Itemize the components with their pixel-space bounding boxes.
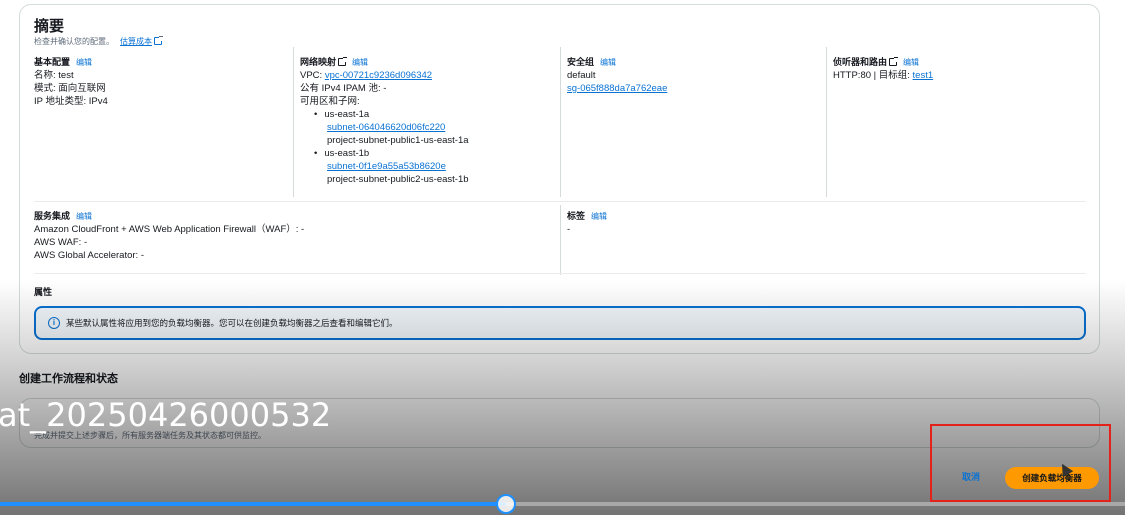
divider [560,205,561,275]
workflow-title: 创建工作流程和状态 [19,373,118,385]
basic-scheme: 模式: 面向互联网 [34,83,106,94]
basic-name: 名称: test [34,70,74,81]
listeners-heading: 侦听器和路由 编辑 [833,56,933,69]
edit-network-mapping-link[interactable]: 编辑 [352,58,368,67]
tags-section: 标签 编辑 - [567,210,607,236]
security-groups-title: 安全组 [567,57,595,67]
divider [826,47,827,197]
summary-subtitle: 检查并确认您的配置。 估算成本 [34,36,163,47]
tags-value: - [567,224,571,235]
service-integrations-title: 服务集成 [34,211,71,221]
global-accelerator-line: AWS Global Accelerator: - [34,250,144,261]
edit-security-groups-link[interactable]: 编辑 [600,58,616,67]
security-groups-section: 安全组 编辑 default sg-065f888da7a762eae [567,56,667,95]
target-group-link[interactable]: test1 [913,70,934,81]
network-mapping-section: 网络映射 编辑 VPC: vpc-00721c9236d096342 公有 IPv… [300,56,469,186]
attributes-section: 属性 [34,286,52,299]
security-group-default: default [567,70,596,81]
divider [34,201,1086,202]
tags-title: 标签 [567,211,586,221]
divider [560,47,561,197]
subnet-name-1a: project-subnet-public1-us-east-1a [327,135,469,146]
edit-service-integrations-link[interactable]: 编辑 [76,212,92,221]
divider [34,273,1086,274]
tags-heading: 标签 编辑 [567,210,607,223]
edit-basic-config-link[interactable]: 编辑 [76,58,92,67]
video-progress-handle[interactable] [496,494,517,514]
listeners-title: 侦听器和路由 [833,57,888,67]
external-link-icon [889,57,899,66]
service-integrations-section: 服务集成 编辑 Amazon CloudFront + AWS Web Appli… [34,210,304,262]
info-icon: i [48,317,60,329]
external-link-icon [338,57,348,66]
listeners-section: 侦听器和路由 编辑 HTTP:80 | 目标组: test1 [833,56,933,82]
network-mapping-heading: 网络映射 编辑 [300,56,469,69]
vpc-link[interactable]: vpc-00721c9236d096342 [325,70,432,81]
external-link-icon [154,36,163,45]
waf-line: AWS WAF: - [34,237,88,248]
az-label: 可用区和子网: [300,96,360,107]
attributes-heading: 属性 [34,287,53,297]
summary-title: 摘要 [34,18,65,35]
basic-ip-type: IP 地址类型: IPv4 [34,96,108,107]
vpc-label: VPC: [300,70,325,81]
subnet-id-link[interactable]: subnet-0f1e9a55a53b8620e [327,161,446,172]
subnet-name-1b: project-subnet-public2-us-east-1b [327,174,469,185]
attributes-info-text: 某些默认属性将应用到您的负载均衡器。您可以在创建负载均衡器之后查看和编辑它们。 [66,318,398,328]
basic-config-title: 基本配置 [34,57,71,67]
az-us-east-1b: us-east-1b [300,147,469,160]
network-mapping-title: 网络映射 [300,57,337,67]
basic-config-heading: 基本配置 编辑 [34,56,108,69]
video-progress-bar[interactable] [0,494,1125,514]
divider [293,47,294,197]
video-watermark: at_20250426000532 [0,396,332,434]
cloudfront-waf-line: Amazon CloudFront + AWS Web Application … [34,224,305,235]
edit-listeners-link[interactable]: 编辑 [903,58,919,67]
summary-subtitle-text: 检查并确认您的配置。 [34,37,114,46]
basic-config-section: 基本配置 编辑 名称: test 模式: 面向互联网 IP 地址类型: IPv4 [34,56,108,108]
summary-card: 摘要 检查并确认您的配置。 估算成本 基本配置 编辑 名称: test 模式: 面向… [19,4,1100,354]
subnet-id-link[interactable]: subnet-064046620d06fc220 [327,122,445,133]
annotation-highlight-box [930,424,1111,502]
service-integrations-heading: 服务集成 编辑 [34,210,304,223]
estimate-cost-link[interactable]: 估算成本 [120,37,152,46]
subnet-link-1a: subnet-064046620d06fc220 [300,121,469,134]
attributes-info-alert: i 某些默认属性将应用到您的负载均衡器。您可以在创建负载均衡器之后查看和编辑它们… [34,306,1086,340]
subnet-link-1b: subnet-0f1e9a55a53b8620e [300,160,469,173]
security-group-link[interactable]: sg-065f888da7a762eae [567,83,667,94]
video-progress-fill [0,502,507,506]
listener-line: HTTP:80 | 目标组: test1 [833,69,933,82]
security-groups-heading: 安全组 编辑 [567,56,667,69]
listener-text: HTTP:80 | 目标组: [833,70,913,81]
edit-tags-link[interactable]: 编辑 [591,212,607,221]
az-us-east-1a: us-east-1a [300,108,469,121]
ipam-line: 公有 IPv4 IPAM 池: - [300,83,387,94]
security-group-id-line: sg-065f888da7a762eae [567,82,667,95]
vpc-line: VPC: vpc-00721c9236d096342 [300,69,469,82]
